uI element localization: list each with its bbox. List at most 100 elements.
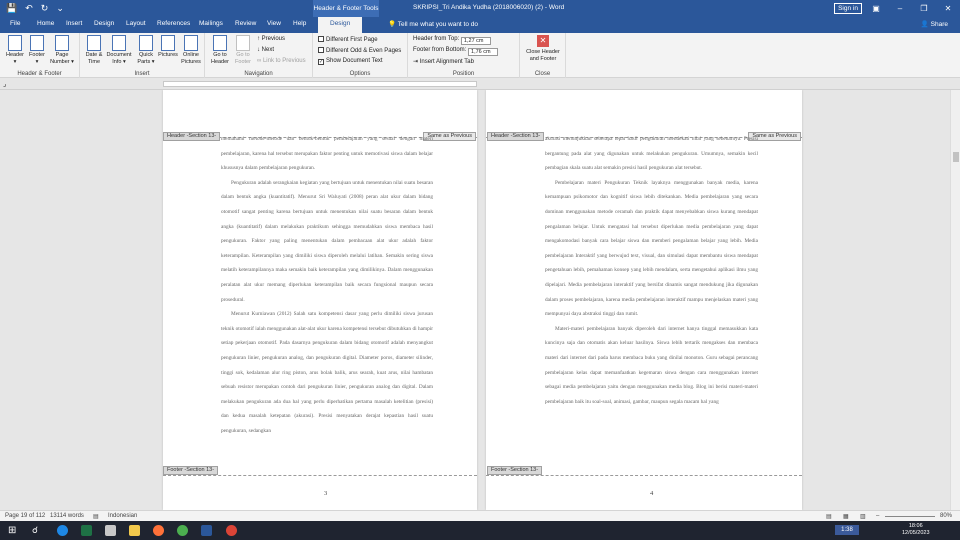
alignment-tab-icon: ⇥	[413, 59, 419, 65]
page-left: Header -Section 13- Same as Previous mem…	[163, 90, 477, 510]
print-layout-icon[interactable]: ▦	[843, 513, 849, 520]
link-to-previous-button[interactable]: ∞ Link to Previous	[257, 58, 306, 64]
header-from-top: Header from Top: 1,27 cm	[413, 36, 491, 45]
arrow-up-icon: ↑	[257, 36, 260, 42]
picture-icon	[161, 35, 175, 51]
firefox-icon[interactable]	[153, 525, 164, 536]
zoom-level[interactable]: 80%	[940, 513, 952, 519]
tab-file[interactable]: File	[10, 20, 20, 27]
redo-icon[interactable]: ↻	[41, 3, 49, 14]
ribbon-display-icon[interactable]: ▣	[864, 0, 888, 17]
web-layout-icon[interactable]: ▥	[860, 513, 866, 520]
tray-indicator[interactable]: 1:38	[835, 525, 859, 535]
page-right: Header -Section 13- Same as Previous aku…	[486, 90, 802, 510]
tab-references[interactable]: References	[157, 20, 190, 27]
group-header-footer: Header ▾ Footer ▾ Page Number ▾ Header & F…	[0, 33, 80, 78]
go-to-footer-button[interactable]: Go to Footer	[231, 35, 255, 66]
go-to-header-button[interactable]: Go to Header	[208, 35, 232, 66]
excel-icon[interactable]	[81, 525, 92, 536]
document-info-button[interactable]: Document Info ▾	[105, 35, 133, 66]
group-label: Header & Footer	[17, 71, 62, 77]
tab-layout[interactable]: Layout	[126, 20, 146, 27]
footer-from-bottom-input[interactable]: 1,76 cm	[468, 48, 499, 56]
paragraph: akurasi menunjukkan seberapa tepat hasil…	[545, 136, 758, 172]
tab-home[interactable]: Home	[37, 20, 54, 27]
header-section-tag: Header -Section 13-	[163, 132, 221, 141]
quick-parts-button[interactable]: Quick Parts ▾	[134, 35, 158, 66]
paragraph: Pembelajaran materi Pengukuran Teknik la…	[545, 179, 758, 318]
language-status[interactable]: Indonesian	[108, 513, 137, 519]
show-document-text-checkbox[interactable]: ✓ Show Document Text	[318, 58, 383, 65]
next-button[interactable]: ↓ Next	[257, 47, 274, 53]
tell-me-search[interactable]: 💡 Tell me what you want to do	[388, 20, 478, 28]
ruler-track[interactable]	[163, 81, 477, 87]
tab-insert[interactable]: Insert	[66, 20, 82, 27]
share-button[interactable]: 👤 Share	[921, 20, 948, 28]
different-odd-even-checkbox[interactable]: Different Odd & Even Pages	[318, 47, 401, 54]
different-first-page-checkbox[interactable]: Different First Page	[318, 36, 378, 43]
maximize-icon[interactable]: ❐	[912, 0, 936, 17]
document-title: SKRIPSI_Tri Andika Yudha (2018006020) (2…	[413, 4, 565, 11]
page-count-status[interactable]: Page 19 of 112	[5, 513, 45, 519]
tab-review[interactable]: Review	[235, 20, 256, 27]
page-left-body[interactable]: memahami metode-metode dan bentuk-bentuk…	[221, 132, 433, 438]
insert-alignment-tab-button[interactable]: ⇥ Insert Alignment Tab	[413, 58, 474, 65]
header-button[interactable]: Header ▾	[3, 35, 27, 66]
proofing-icon[interactable]: ▤	[93, 513, 99, 520]
date-time-button[interactable]: Date & Time	[82, 35, 106, 66]
tab-view[interactable]: View	[267, 20, 281, 27]
read-mode-icon[interactable]: ▤	[826, 513, 832, 520]
paragraph: Pengukuran adalah serangkaian kegiatan y…	[221, 179, 433, 303]
horizontal-ruler: ⌟	[0, 78, 960, 90]
footer-boundary	[163, 475, 477, 476]
online-pictures-button[interactable]: Online Pictures	[179, 35, 203, 66]
zoom-out-icon[interactable]: –	[876, 513, 879, 519]
link-icon: ∞	[257, 58, 262, 64]
clock[interactable]: 18:06 12/05/2023	[902, 523, 930, 537]
tab-selector-icon[interactable]: ⌟	[3, 80, 6, 88]
page-right-body[interactable]: akurasi menunjukkan seberapa tepat hasil…	[545, 132, 758, 409]
close-icon[interactable]: ✕	[936, 0, 960, 17]
paragraph: Materi-materi pembelajaran banyak dipero…	[545, 325, 758, 405]
previous-button[interactable]: ↑ Previous	[257, 36, 285, 42]
sign-in-button[interactable]: Sign in	[834, 3, 862, 14]
tab-help[interactable]: Help	[293, 20, 306, 27]
chrome-profile-icon[interactable]	[226, 525, 237, 536]
search-icon[interactable]: ☌	[32, 525, 43, 536]
footer-boundary	[486, 475, 802, 476]
file-explorer-icon[interactable]	[129, 525, 140, 536]
calculator-icon[interactable]	[105, 525, 116, 536]
word-count-status[interactable]: 13114 words	[50, 513, 84, 519]
vertical-scrollbar[interactable]	[950, 90, 960, 510]
scrollbar-thumb[interactable]	[953, 152, 959, 162]
minimize-icon[interactable]: –	[888, 0, 912, 17]
chrome-icon[interactable]	[177, 525, 188, 536]
group-label: Navigation	[244, 71, 273, 77]
save-icon[interactable]: 💾	[6, 3, 17, 14]
group-options: Different First Page Different Odd & Eve…	[313, 33, 408, 78]
header-from-top-input[interactable]: 1,27 cm	[460, 37, 491, 45]
start-icon[interactable]: ⊞	[8, 525, 19, 536]
page-number-button[interactable]: Page Number ▾	[48, 35, 76, 66]
context-tools-title: Header & Footer Tools	[313, 0, 379, 17]
paragraph: memahami metode-metode dan bentuk-bentuk…	[221, 136, 433, 172]
group-navigation: Go to Header Go to Footer ↑ Previous ↓ N…	[205, 33, 313, 78]
document-area: Header -Section 13- Same as Previous mem…	[0, 90, 950, 510]
close-header-footer-button[interactable]: ✕ Close Header and Footer	[522, 35, 564, 63]
group-label: Position	[452, 71, 475, 77]
pictures-button[interactable]: Pictures	[156, 35, 180, 59]
ribbon: Header ▾ Footer ▾ Page Number ▾ Header & F…	[0, 33, 960, 78]
zoom-slider[interactable]	[885, 516, 935, 517]
quick-access-toolbar: 💾 ↶ ↻ ⌄	[6, 3, 64, 14]
customize-qat-icon[interactable]: ⌄	[56, 3, 64, 14]
page-number: 3	[324, 490, 328, 497]
tab-design[interactable]: Design	[94, 20, 114, 27]
title-bar: 💾 ↶ ↻ ⌄ Header & Footer Tools SKRIPSI_Tr…	[0, 0, 960, 17]
status-bar: Page 19 of 112 13114 words ▤ Indonesian …	[0, 510, 960, 521]
edge-icon[interactable]	[57, 525, 68, 536]
undo-icon[interactable]: ↶	[25, 3, 33, 14]
word-icon[interactable]	[201, 525, 212, 536]
tab-hf-design[interactable]: Design	[318, 17, 363, 33]
tab-mailings[interactable]: Mailings	[199, 20, 223, 27]
footer-button[interactable]: Footer ▾	[25, 35, 49, 66]
